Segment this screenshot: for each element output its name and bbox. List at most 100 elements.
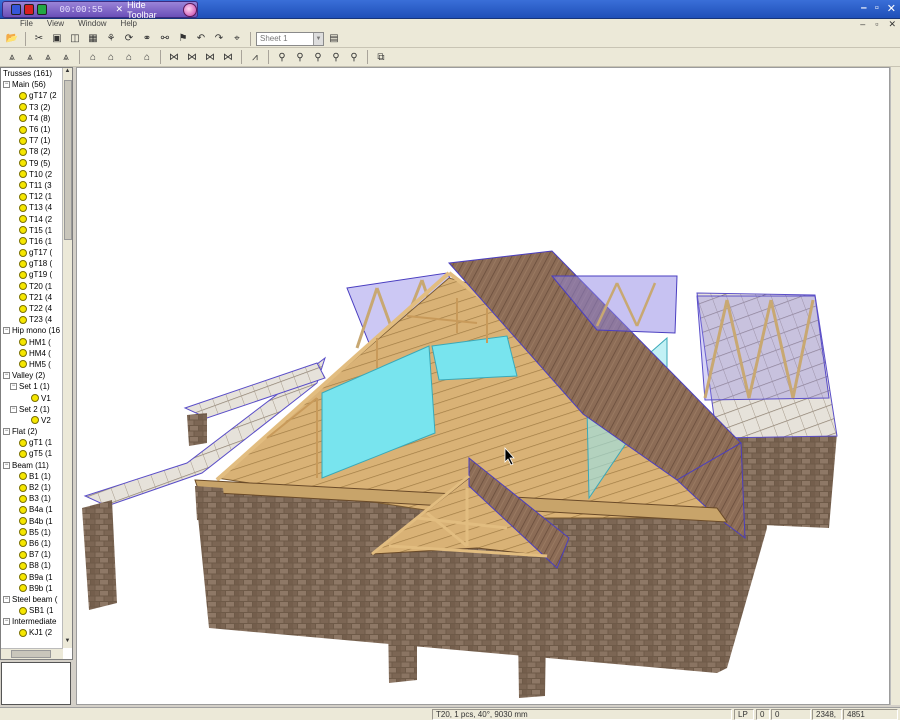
camera-5-icon[interactable]: ⚲ (346, 49, 362, 65)
3d-viewport[interactable] (76, 67, 890, 705)
tree-item[interactable]: B4a (1 (1, 504, 63, 515)
truss-right-icon[interactable]: ⩓ (40, 49, 56, 65)
tree-item[interactable]: B7 (1) (1, 549, 63, 560)
tree-item[interactable]: B4b (1 (1, 516, 63, 527)
rotate-icon[interactable]: ⟳ (121, 31, 137, 47)
restore-button[interactable]: ▫ (875, 2, 879, 15)
tree-item[interactable]: T12 (1 (1, 191, 63, 202)
scroll-down-icon[interactable]: ▼ (63, 638, 72, 648)
doc-minimize-button[interactable]: – (860, 19, 865, 30)
hip-icon[interactable]: ⋈ (166, 49, 182, 65)
tree-item[interactable]: B9b (1 (1, 583, 63, 594)
camera-1-icon[interactable]: ⚲ (274, 49, 290, 65)
tree-item[interactable]: T20 (1 (1, 281, 63, 292)
undo-icon[interactable]: ↶ (193, 31, 209, 47)
roof-side-icon[interactable]: ⌂ (121, 49, 137, 65)
doc-restore-button[interactable]: ▫ (875, 19, 878, 30)
tree-item[interactable]: T14 (2 (1, 213, 63, 224)
minimize-button[interactable]: – (861, 2, 867, 15)
tree-item[interactable]: T13 (4 (1, 202, 63, 213)
tree-item[interactable]: SB1 (1 (1, 605, 63, 616)
tree-item[interactable]: T10 (2 (1, 169, 63, 180)
truss-left-icon[interactable]: ⩓ (22, 49, 38, 65)
tree-item[interactable]: T11 (3 (1, 180, 63, 191)
tree-item[interactable]: T3 (2) (1, 102, 63, 113)
tree-item[interactable]: B8 (1) (1, 560, 63, 571)
tree-item[interactable]: B5 (1) (1, 527, 63, 538)
tree-item[interactable]: B1 (1) (1, 471, 63, 482)
open-icon[interactable]: 📂 (4, 31, 20, 47)
tree-item[interactable]: T22 (4 (1, 303, 63, 314)
tree-group[interactable]: − Beam (11) (1, 460, 63, 471)
expand-collapse-icon[interactable]: − (3, 327, 10, 335)
doc-close-button[interactable]: ✕ (888, 19, 896, 30)
tree-item[interactable]: gT19 ( (1, 269, 63, 280)
roof-top-icon[interactable]: ⌂ (139, 49, 155, 65)
steel-icon[interactable]: ⋈ (220, 49, 236, 65)
cut-icon[interactable]: ✂ (31, 31, 47, 47)
tree-icon[interactable]: ⚘ (103, 31, 119, 47)
sheet-icon[interactable]: ▤ (326, 31, 342, 47)
scroll-thumb[interactable] (11, 650, 51, 658)
menu-window[interactable]: Window (78, 19, 106, 30)
tree-horizontal-scrollbar[interactable] (1, 648, 63, 659)
hide-toolbar-button[interactable]: ✕ Hide Toolbar (116, 0, 177, 20)
expand-collapse-icon[interactable]: − (3, 461, 10, 469)
tree-group[interactable]: − Steel beam ( (1, 594, 63, 605)
menu-help[interactable]: Help (121, 19, 137, 30)
record-button[interactable] (36, 4, 47, 15)
tree-item[interactable]: gT18 ( (1, 258, 63, 269)
tree-group[interactable]: − Hip mono (16 (1, 325, 63, 336)
tree-item[interactable]: B9a (1 (1, 571, 63, 582)
beam-icon[interactable]: ⋈ (202, 49, 218, 65)
tree-item[interactable]: V2 (1, 415, 63, 426)
tree-item[interactable]: gT17 (2 (1, 90, 63, 101)
link-icon[interactable]: ⚭ (139, 31, 155, 47)
tree-item[interactable]: V1 (1, 392, 63, 403)
valley-icon[interactable]: ⋈ (184, 49, 200, 65)
tree-item[interactable]: T15 (1 (1, 225, 63, 236)
tree-item[interactable]: T16 (1 (1, 236, 63, 247)
tree-item[interactable]: HM5 ( (1, 359, 63, 370)
truss-flip-icon[interactable]: ⩓ (58, 49, 74, 65)
tree-vertical-scrollbar[interactable]: ▲ ▼ (62, 68, 72, 648)
tree-group[interactable]: Trusses (161) (1, 68, 63, 79)
tree-item[interactable]: KJ1 (2 (1, 627, 63, 638)
snap-icon[interactable]: ⌖ (229, 31, 245, 47)
expand-collapse-icon[interactable]: − (10, 383, 17, 391)
scroll-up-icon[interactable]: ▲ (63, 68, 72, 78)
expand-collapse-icon[interactable]: − (3, 81, 10, 89)
tree-item[interactable]: T4 (8) (1, 113, 63, 124)
close-button[interactable]: ✕ (887, 2, 896, 15)
tree-item[interactable]: T21 (4 (1, 292, 63, 303)
tree-item[interactable]: HM1 ( (1, 337, 63, 348)
expand-collapse-icon[interactable]: − (3, 372, 10, 380)
truss-view-icon[interactable]: ⩓ (4, 49, 20, 65)
stop-button[interactable] (23, 4, 34, 15)
expand-collapse-icon[interactable]: − (3, 428, 10, 436)
tree-item[interactable]: B3 (1) (1, 493, 63, 504)
tree-item[interactable]: T23 (4 (1, 314, 63, 325)
tree-item[interactable]: gT1 (1 (1, 437, 63, 448)
tree-group[interactable]: − Valley (2) (1, 370, 63, 381)
camera-2-icon[interactable]: ⚲ (292, 49, 308, 65)
roof-back-icon[interactable]: ⌂ (103, 49, 119, 65)
scroll-thumb[interactable] (64, 80, 72, 240)
flag-icon[interactable]: ⚑ (175, 31, 191, 47)
tree-item[interactable]: gT5 (1 (1, 448, 63, 459)
tree-item[interactable]: T7 (1) (1, 135, 63, 146)
tree-group[interactable]: − Intermediate (1, 616, 63, 627)
tree-group[interactable]: − Flat (2) (1, 426, 63, 437)
tree-item[interactable]: T6 (1) (1, 124, 63, 135)
pause-button[interactable] (11, 4, 21, 15)
tree-item[interactable]: B2 (1) (1, 482, 63, 493)
grid-icon[interactable]: ▦ (85, 31, 101, 47)
menu-view[interactable]: View (47, 19, 64, 30)
tree-item[interactable]: HM4 ( (1, 348, 63, 359)
expand-collapse-icon[interactable]: − (10, 405, 17, 413)
tree-group[interactable]: − Set 2 (1) (1, 404, 63, 415)
tree-item[interactable]: T9 (5) (1, 158, 63, 169)
wall-icon[interactable]: ⩘ (247, 49, 263, 65)
tree-group[interactable]: − Set 1 (1) (1, 381, 63, 392)
view-icon[interactable]: ⧉ (373, 49, 389, 65)
